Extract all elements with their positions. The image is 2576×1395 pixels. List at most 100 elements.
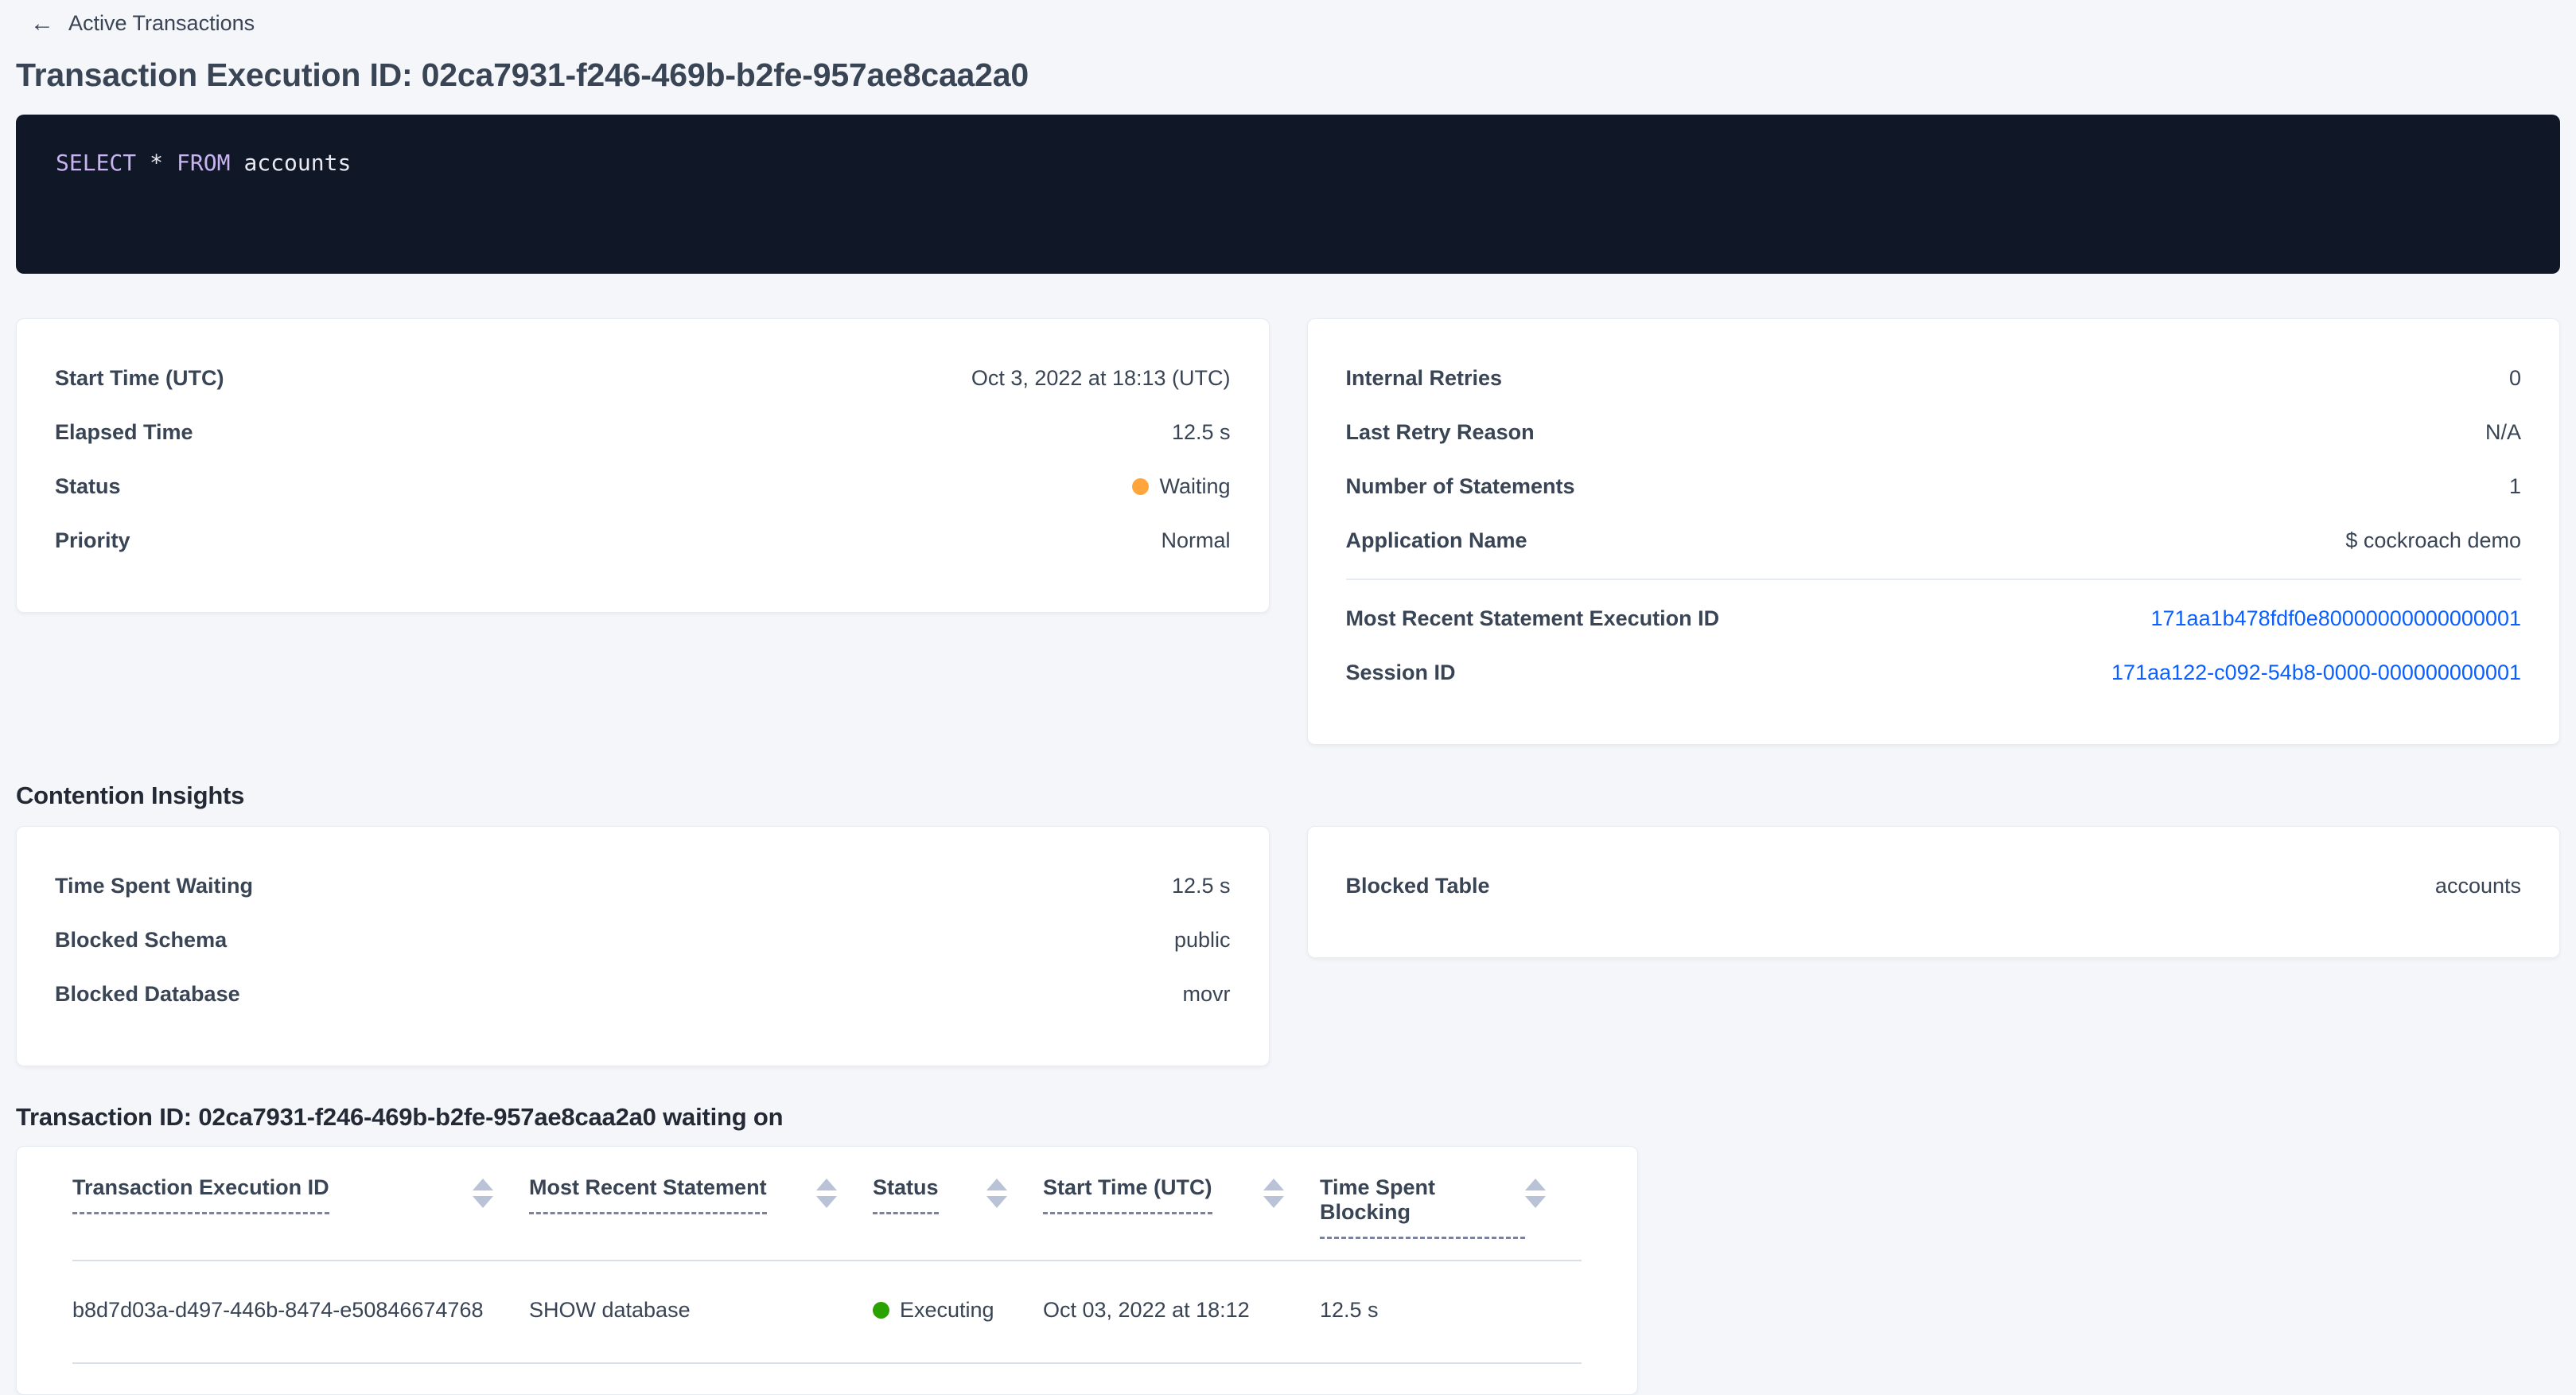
blocked-table-card: Blocked Table accounts bbox=[1307, 826, 2561, 958]
contention-details-card: Time Spent Waiting 12.5 s Blocked Schema… bbox=[16, 826, 1270, 1066]
sort-asc-icon bbox=[1263, 1179, 1284, 1190]
back-arrow-icon: ← bbox=[30, 12, 54, 36]
transaction-overview-card: Start Time (UTC) Oct 3, 2022 at 18:13 (U… bbox=[16, 318, 1270, 613]
session-id-label: Session ID bbox=[1346, 660, 1456, 685]
start-time-value: Oct 3, 2022 at 18:13 (UTC) bbox=[971, 366, 1231, 391]
blocked-table-row: Blocked Table accounts bbox=[1346, 859, 2522, 913]
sql-table-identifier: accounts bbox=[243, 150, 351, 176]
elapsed-time-row: Elapsed Time 12.5 s bbox=[55, 405, 1231, 459]
column-header-transaction-execution-id[interactable]: Transaction Execution ID bbox=[72, 1175, 529, 1260]
number-of-statements-row: Number of Statements 1 bbox=[1346, 459, 2522, 513]
blocked-schema-label: Blocked Schema bbox=[55, 928, 227, 953]
transaction-details-page: ← Active Transactions Transaction Execut… bbox=[0, 0, 2576, 1395]
start-time-label: Start Time (UTC) bbox=[55, 366, 224, 391]
page-title: Transaction Execution ID: 02ca7931-f246-… bbox=[16, 57, 2560, 94]
blocked-database-value: movr bbox=[1183, 982, 1231, 1007]
sort-asc-icon bbox=[1525, 1179, 1546, 1190]
sql-star: * bbox=[150, 150, 163, 176]
sort-icon[interactable] bbox=[1263, 1179, 1284, 1208]
time-spent-waiting-value: 12.5 s bbox=[1172, 874, 1231, 898]
card-divider bbox=[1346, 579, 2522, 580]
cell-transaction-execution-id: b8d7d03a-d497-446b-8474-e50846674768 bbox=[72, 1261, 529, 1362]
waiting-on-heading: Transaction ID: 02ca7931-f246-469b-b2fe-… bbox=[16, 1103, 2560, 1132]
last-retry-reason-row: Last Retry Reason N/A bbox=[1346, 405, 2522, 459]
priority-label: Priority bbox=[55, 528, 130, 553]
blocked-table-value: accounts bbox=[2435, 874, 2521, 898]
blocked-database-label: Blocked Database bbox=[55, 982, 240, 1007]
application-name-row: Application Name $ cockroach demo bbox=[1346, 513, 2522, 567]
most-recent-statement-execution-id-link[interactable]: 171aa1b478fdf0e80000000000000001 bbox=[2151, 606, 2522, 631]
column-header-start-time[interactable]: Start Time (UTC) bbox=[1043, 1175, 1320, 1260]
status-text: Waiting bbox=[1159, 474, 1230, 499]
application-name-value: $ cockroach demo bbox=[2345, 528, 2521, 553]
sort-desc-icon bbox=[986, 1196, 1007, 1208]
time-spent-waiting-label: Time Spent Waiting bbox=[55, 874, 253, 898]
column-header-status[interactable]: Status bbox=[873, 1175, 1043, 1260]
status-value: Waiting bbox=[1132, 474, 1230, 499]
column-header-start-time-label: Start Time (UTC) bbox=[1043, 1175, 1212, 1214]
sort-asc-icon bbox=[986, 1179, 1007, 1190]
column-header-time-spent-blocking[interactable]: Time Spent Blocking bbox=[1320, 1175, 1582, 1260]
status-executing-dot bbox=[873, 1302, 889, 1319]
blocked-table-label: Blocked Table bbox=[1346, 874, 1490, 898]
column-header-transaction-execution-id-label: Transaction Execution ID bbox=[72, 1175, 329, 1214]
most-recent-statement-execution-id-row: Most Recent Statement Execution ID 171aa… bbox=[1346, 591, 2522, 645]
cell-status: Executing bbox=[873, 1261, 1043, 1362]
sort-icon[interactable] bbox=[816, 1179, 837, 1208]
last-retry-reason-value: N/A bbox=[2485, 420, 2521, 445]
sort-asc-icon bbox=[816, 1179, 837, 1190]
waiting-on-table-card: Transaction Execution ID Most Recent Sta… bbox=[16, 1146, 1638, 1395]
internal-retries-label: Internal Retries bbox=[1346, 366, 1503, 391]
application-name-label: Application Name bbox=[1346, 528, 1527, 553]
contention-insights-heading: Contention Insights bbox=[16, 781, 2560, 810]
sort-icon[interactable] bbox=[1525, 1179, 1546, 1208]
most-recent-statement-execution-id-label: Most Recent Statement Execution ID bbox=[1346, 606, 1720, 631]
sql-keyword-select: SELECT bbox=[56, 150, 136, 176]
executing-status: Executing bbox=[873, 1298, 994, 1323]
session-id-row: Session ID 171aa122-c092-54b8-0000-00000… bbox=[1346, 645, 2522, 699]
last-retry-reason-label: Last Retry Reason bbox=[1346, 420, 1535, 445]
status-row: Status Waiting bbox=[55, 459, 1231, 513]
status-label: Status bbox=[55, 474, 121, 499]
sort-asc-icon bbox=[473, 1179, 493, 1190]
back-link-label: Active Transactions bbox=[68, 11, 255, 36]
sort-icon[interactable] bbox=[986, 1179, 1007, 1208]
sort-desc-icon bbox=[1525, 1196, 1546, 1208]
time-spent-waiting-row: Time Spent Waiting 12.5 s bbox=[55, 859, 1231, 913]
priority-row: Priority Normal bbox=[55, 513, 1231, 567]
cell-most-recent-statement: SHOW database bbox=[529, 1261, 873, 1362]
blocked-schema-value: public bbox=[1174, 928, 1231, 953]
column-header-status-label: Status bbox=[873, 1175, 939, 1214]
session-id-link[interactable]: 171aa122-c092-54b8-0000-000000000001 bbox=[2111, 660, 2521, 685]
contention-cards-row: Time Spent Waiting 12.5 s Blocked Schema… bbox=[16, 826, 2560, 1066]
status-waiting-dot bbox=[1132, 478, 1149, 495]
blocked-database-row: Blocked Database movr bbox=[55, 967, 1231, 1021]
cell-start-time: Oct 03, 2022 at 18:12 bbox=[1043, 1261, 1320, 1362]
start-time-row: Start Time (UTC) Oct 3, 2022 at 18:13 (U… bbox=[55, 351, 1231, 405]
column-header-most-recent-statement[interactable]: Most Recent Statement bbox=[529, 1175, 873, 1260]
column-header-most-recent-statement-label: Most Recent Statement bbox=[529, 1175, 767, 1214]
blocked-schema-row: Blocked Schema public bbox=[55, 913, 1231, 967]
overview-cards-row: Start Time (UTC) Oct 3, 2022 at 18:13 (U… bbox=[16, 318, 2560, 745]
sort-desc-icon bbox=[473, 1196, 493, 1208]
executing-status-text: Executing bbox=[900, 1298, 994, 1323]
elapsed-time-label: Elapsed Time bbox=[55, 420, 193, 445]
table-row: b8d7d03a-d497-446b-8474-e50846674768 SHO… bbox=[72, 1261, 1582, 1364]
sort-icon[interactable] bbox=[473, 1179, 493, 1208]
sort-desc-icon bbox=[1263, 1196, 1284, 1208]
back-to-active-transactions-link[interactable]: ← Active Transactions bbox=[30, 11, 255, 36]
sql-statement: SELECT * FROM accounts bbox=[56, 150, 2520, 176]
number-of-statements-label: Number of Statements bbox=[1346, 474, 1575, 499]
cell-time-spent-blocking: 12.5 s bbox=[1320, 1261, 1582, 1362]
elapsed-time-value: 12.5 s bbox=[1172, 420, 1231, 445]
sort-desc-icon bbox=[816, 1196, 837, 1208]
internal-retries-value: 0 bbox=[2509, 366, 2521, 391]
execution-attributes-card: Internal Retries 0 Last Retry Reason N/A… bbox=[1307, 318, 2561, 745]
priority-value: Normal bbox=[1161, 528, 1230, 553]
waiting-on-table-header: Transaction Execution ID Most Recent Sta… bbox=[72, 1147, 1582, 1261]
internal-retries-row: Internal Retries 0 bbox=[1346, 351, 2522, 405]
sql-statement-box: SELECT * FROM accounts bbox=[16, 115, 2560, 274]
column-header-time-spent-blocking-label: Time Spent Blocking bbox=[1320, 1175, 1525, 1239]
sql-keyword-from: FROM bbox=[177, 150, 230, 176]
number-of-statements-value: 1 bbox=[2509, 474, 2521, 499]
